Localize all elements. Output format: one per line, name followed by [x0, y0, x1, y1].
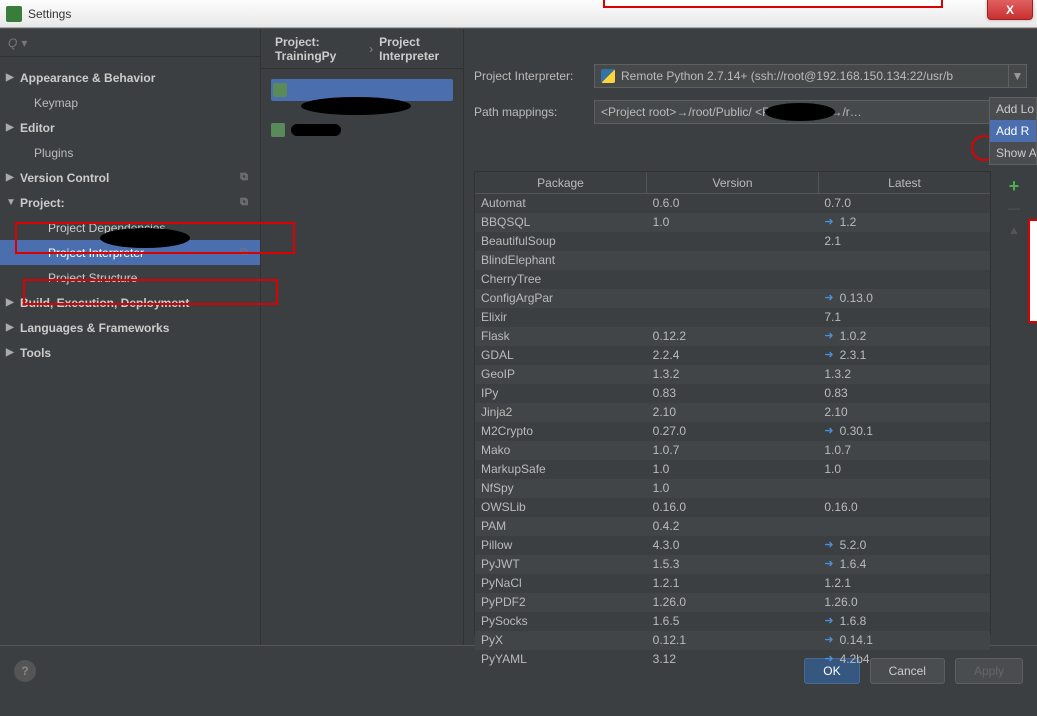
table-row[interactable]: PyJWT1.5.31.6.4: [475, 555, 990, 574]
table-row[interactable]: BBQSQL1.01.2: [475, 213, 990, 232]
remove-package-button[interactable]: —: [1001, 197, 1027, 219]
sidebar-item-label: Project Structure: [48, 271, 137, 285]
tree-arrow-icon: ▶: [6, 122, 14, 133]
sidebar-item[interactable]: ▶ Appearance & Behavior: [0, 65, 260, 90]
search-input[interactable]: ▾: [0, 29, 260, 57]
upgrade-package-button[interactable]: ▲: [1001, 219, 1027, 241]
close-button[interactable]: X: [987, 0, 1033, 20]
sidebar-item[interactable]: ▶ Version Control ⧉: [0, 165, 260, 190]
mappings-label: Path mappings:: [474, 105, 594, 119]
copy-icon: ⧉: [240, 246, 248, 259]
copy-icon: ⧉: [240, 196, 248, 209]
packages-table: Package Version Latest Automat0.6.00.7.0…: [474, 171, 991, 635]
project-list-panel: Project: TrainingPy › Project Interprete…: [261, 29, 464, 645]
tree-arrow-icon: ▶: [6, 297, 14, 308]
tree-arrow-icon: ▼: [6, 197, 16, 208]
sidebar-item-label: Project:: [20, 196, 65, 210]
table-row[interactable]: BeautifulSoup2.1: [475, 232, 990, 251]
table-row[interactable]: PyYAML3.124.2b4: [475, 650, 990, 669]
app-icon: [6, 6, 22, 22]
package-toolbar: + — ▲: [1001, 175, 1027, 241]
breadcrumb-project[interactable]: Project: TrainingPy: [275, 35, 363, 63]
table-row[interactable]: BlindElephant: [475, 251, 990, 270]
interpreter-dropdown[interactable]: Remote Python 2.7.14+ (ssh://root@192.16…: [594, 64, 1009, 88]
table-row[interactable]: Automat0.6.00.7.0: [475, 194, 990, 213]
project-entry[interactable]: [271, 119, 453, 141]
redaction: [301, 97, 411, 115]
help-button[interactable]: ?: [14, 660, 36, 682]
annotation-top: 选择第二个"Add Remote": [603, 0, 943, 8]
col-package[interactable]: Package: [475, 172, 647, 193]
table-row[interactable]: IPy0.830.83: [475, 384, 990, 403]
python-icon: [601, 69, 615, 83]
table-row[interactable]: M2Crypto0.27.00.30.1: [475, 422, 990, 441]
redaction: [291, 124, 341, 136]
interpreter-context-menu: Add Lo Add R Show A: [989, 97, 1037, 165]
mappings-field[interactable]: <Project root>→/root/Public/ <Project ro…: [594, 100, 1001, 124]
table-row[interactable]: MarkupSafe1.01.0: [475, 460, 990, 479]
breadcrumb-page: Project Interpreter: [379, 35, 463, 63]
folder-icon: [271, 123, 285, 137]
sidebar-item-label: Languages & Frameworks: [20, 321, 169, 335]
chevron-right-icon: ›: [369, 42, 373, 56]
table-row[interactable]: GeoIP1.3.21.3.2: [475, 365, 990, 384]
sidebar-item[interactable]: ▶ Languages & Frameworks: [0, 315, 260, 340]
tree-arrow-icon: ▶: [6, 72, 14, 83]
table-row[interactable]: PySocks1.6.51.6.8: [475, 612, 990, 631]
sidebar-item-label: Appearance & Behavior: [20, 71, 155, 85]
dropdown-arrow-icon[interactable]: ▼: [1009, 64, 1027, 88]
copy-icon: ⧉: [240, 171, 248, 184]
redaction: [765, 103, 835, 121]
table-row[interactable]: PAM0.4.2: [475, 517, 990, 536]
menu-add-remote[interactable]: Add R: [990, 120, 1036, 142]
sidebar-item-label: Project Interpreter: [48, 246, 144, 260]
table-row[interactable]: Jinja22.102.10: [475, 403, 990, 422]
main-panel: Project Interpreter: Remote Python 2.7.1…: [464, 29, 1037, 645]
table-row[interactable]: PyNaCl1.2.11.2.1: [475, 574, 990, 593]
sidebar-item-label: Version Control: [20, 171, 109, 185]
table-row[interactable]: NfSpy1.0: [475, 479, 990, 498]
tree-arrow-icon: ▶: [6, 322, 14, 333]
redaction: [100, 228, 190, 248]
sidebar-item[interactable]: Project Structure: [0, 265, 260, 290]
menu-show-all[interactable]: Show A: [990, 142, 1036, 164]
table-row[interactable]: ConfigArgPar0.13.0: [475, 289, 990, 308]
table-row[interactable]: PyX0.12.10.14.1: [475, 631, 990, 650]
col-latest[interactable]: Latest: [819, 172, 990, 193]
table-row[interactable]: Pillow4.3.05.2.0: [475, 536, 990, 555]
add-package-button[interactable]: +: [1001, 175, 1027, 197]
sidebar-item-label: Tools: [20, 346, 51, 360]
window-title: Settings: [28, 7, 71, 21]
breadcrumb: Project: TrainingPy › Project Interprete…: [261, 29, 463, 69]
table-row[interactable]: OWSLib0.16.00.16.0: [475, 498, 990, 517]
col-version[interactable]: Version: [647, 172, 819, 193]
annotation-mapping: 设置本地到远程的映射目录: [1028, 219, 1037, 323]
interpreter-label: Project Interpreter:: [474, 69, 594, 83]
table-row[interactable]: PyPDF21.26.01.26.0: [475, 593, 990, 612]
menu-add-local[interactable]: Add Lo: [990, 98, 1036, 120]
sidebar-item[interactable]: ▼ Project: ⧉: [0, 190, 260, 215]
sidebar-item[interactable]: ▶ Tools: [0, 340, 260, 365]
tree-arrow-icon: ▶: [6, 172, 14, 183]
table-row[interactable]: CherryTree: [475, 270, 990, 289]
sidebar-item[interactable]: ▶ Build, Execution, Deployment: [0, 290, 260, 315]
sidebar-item[interactable]: ▶ Editor: [0, 115, 260, 140]
chevron-down-icon: ▾: [21, 36, 27, 50]
table-row[interactable]: Mako1.0.71.0.7: [475, 441, 990, 460]
sidebar-item[interactable]: Keymap: [0, 90, 260, 115]
sidebar-item-label: Keymap: [34, 96, 78, 110]
tree-arrow-icon: ▶: [6, 347, 14, 358]
sidebar-item-label: Editor: [20, 121, 55, 135]
sidebar-item[interactable]: Plugins: [0, 140, 260, 165]
sidebar-item-label: Plugins: [34, 146, 73, 160]
settings-tree: ▶ Appearance & Behavior Keymap ▶ Editor Plugi…: [0, 57, 260, 645]
table-row[interactable]: Flask0.12.21.0.2: [475, 327, 990, 346]
table-row[interactable]: Elixir7.1: [475, 308, 990, 327]
settings-sidebar: ▾ ▶ Appearance & Behavior Keymap ▶ Editor Plu…: [0, 29, 261, 645]
table-row[interactable]: GDAL2.2.42.3.1: [475, 346, 990, 365]
folder-icon: [273, 83, 287, 97]
sidebar-item-label: Build, Execution, Deployment: [20, 296, 189, 310]
